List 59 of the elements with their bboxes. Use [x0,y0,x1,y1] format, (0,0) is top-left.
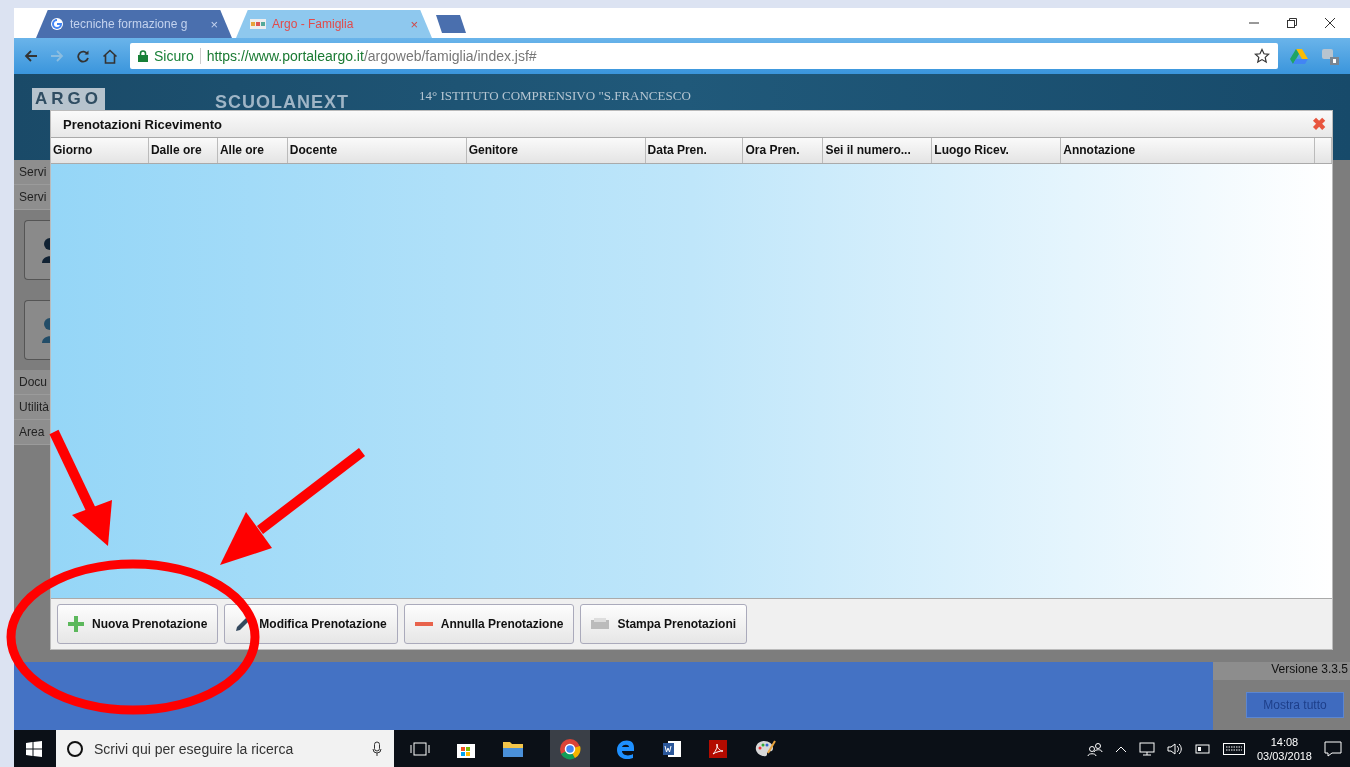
dialog-title: Prenotazioni Ricevimento [63,116,223,132]
microphone-icon[interactable] [372,740,382,757]
network-icon[interactable] [1138,741,1155,756]
sidebar-item[interactable]: Docu [14,370,50,395]
column-header[interactable]: Luogo Ricev. [932,138,1062,163]
product-name: SCUOLANEXT [215,92,349,113]
address-bar[interactable]: Sicuro https://www.portaleargo.it/argoweb/famiglia/index.jsf# [130,43,1278,69]
reload-icon[interactable] [76,49,90,63]
column-header[interactable]: Ora Pren. [743,138,824,163]
tab-title: tecniche formazione g [70,17,189,31]
sidebar-item[interactable]: Servi [14,160,50,185]
palette-icon[interactable] [754,738,776,759]
close-icon[interactable] [1324,17,1336,29]
battery-icon[interactable] [1194,743,1211,754]
restore-icon[interactable] [1286,17,1298,29]
action-button[interactable]: Annulla Prenotazione [403,604,575,644]
keyboard-icon[interactable] [1222,742,1245,755]
google-icon [50,17,64,31]
word-icon[interactable] [662,738,682,759]
site-icon [250,19,266,29]
clock-time[interactable]: 14:08 [1270,734,1299,749]
chrome-icon[interactable] [550,730,590,767]
folder-icon[interactable] [502,739,524,758]
extension-icon[interactable] [1320,46,1340,66]
school-name: 14° ISTITUTO COMPRENSIVO "S.FRANCESCO [419,88,691,104]
notification-icon[interactable] [1324,740,1342,757]
action-button[interactable]: Nuova Prenotazione [57,604,219,644]
column-header[interactable]: Sei il numero... [823,138,933,163]
column-header[interactable]: Docente [287,138,467,163]
column-header[interactable]: Data Pren. [645,138,744,163]
sidebar-item[interactable]: Utilità [14,395,50,420]
minus-icon [414,621,433,627]
column-header[interactable]: Dalle ore [148,138,218,163]
volume-icon[interactable] [1166,741,1183,756]
column-header[interactable]: Genitore [466,138,646,163]
home-icon[interactable] [102,48,118,64]
clock-date[interactable]: 03/03/2018 [1256,748,1312,763]
printer-icon [591,618,610,630]
tab-title: Argo - Famiglia [272,17,355,31]
back-icon[interactable] [24,49,38,63]
column-header[interactable]: Giorno [51,138,149,163]
edge-icon[interactable] [616,738,636,759]
chevron-up-icon[interactable] [1114,744,1127,753]
start-icon[interactable] [26,740,42,757]
cortana-icon [66,739,84,758]
column-header[interactable]: Alle ore [217,138,288,163]
task-view-icon[interactable] [410,741,430,756]
action-button[interactable]: Modifica Prenotazione [224,604,398,644]
plus-icon [68,616,84,632]
sidebar-item[interactable]: Servi [14,185,50,210]
sidebar-item[interactable]: Area [14,420,50,445]
logo: ARGO [32,88,105,110]
action-button[interactable]: Stampa Prenotazioni [580,604,748,644]
column-header[interactable]: Annotazione [1061,138,1316,163]
search-field[interactable]: Scrivi qui per eseguire la ricerca [56,730,394,767]
people-icon[interactable] [1086,741,1103,756]
new-tab-button[interactable] [436,15,466,33]
pdf-icon[interactable] [708,738,728,759]
version-label: Versione 3.3.5 [1213,662,1350,680]
